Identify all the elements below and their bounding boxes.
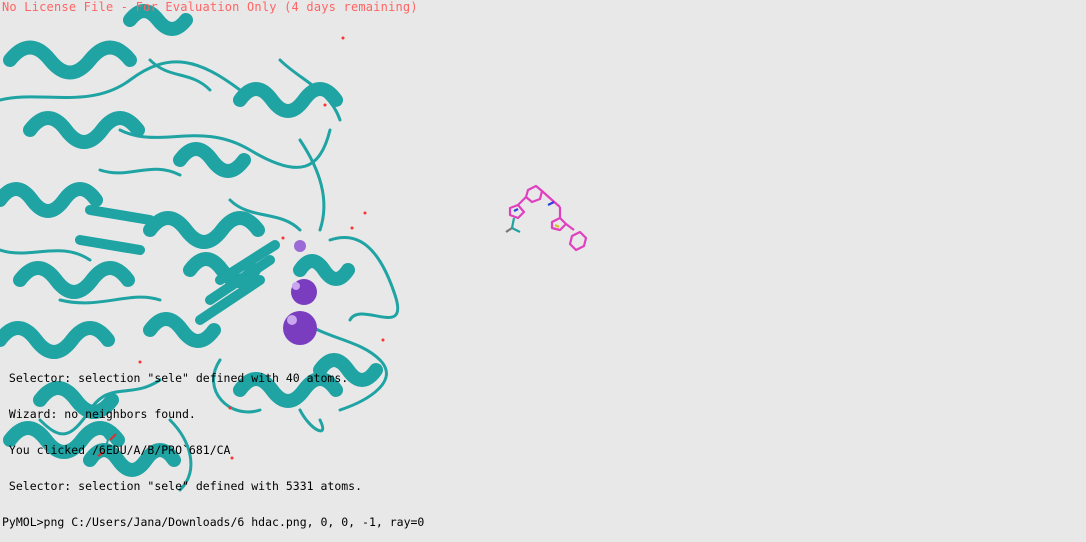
console-line: Wizard: no neighbors found.	[2, 407, 196, 421]
console-line: You clicked /6EDU/A/B/PRO`681/CA	[2, 443, 231, 457]
pymol-console: Selector: selection "sele" defined with …	[2, 348, 424, 540]
ligand-sticks[interactable]	[505, 184, 588, 252]
prompt-label: PyMOL>	[2, 515, 44, 529]
console-line: Selector: selection "sele" defined with …	[2, 479, 363, 493]
command-line[interactable]: PyMOL>png C:/Users/Jana/Downloads/6 hdac…	[2, 516, 424, 528]
command-input[interactable]: png C:/Users/Jana/Downloads/6 hdac.png, …	[44, 515, 425, 529]
license-banner: No License File - For Evaluation Only (4…	[2, 0, 418, 14]
console-line: Selector: selection "sele" defined with …	[2, 371, 349, 385]
